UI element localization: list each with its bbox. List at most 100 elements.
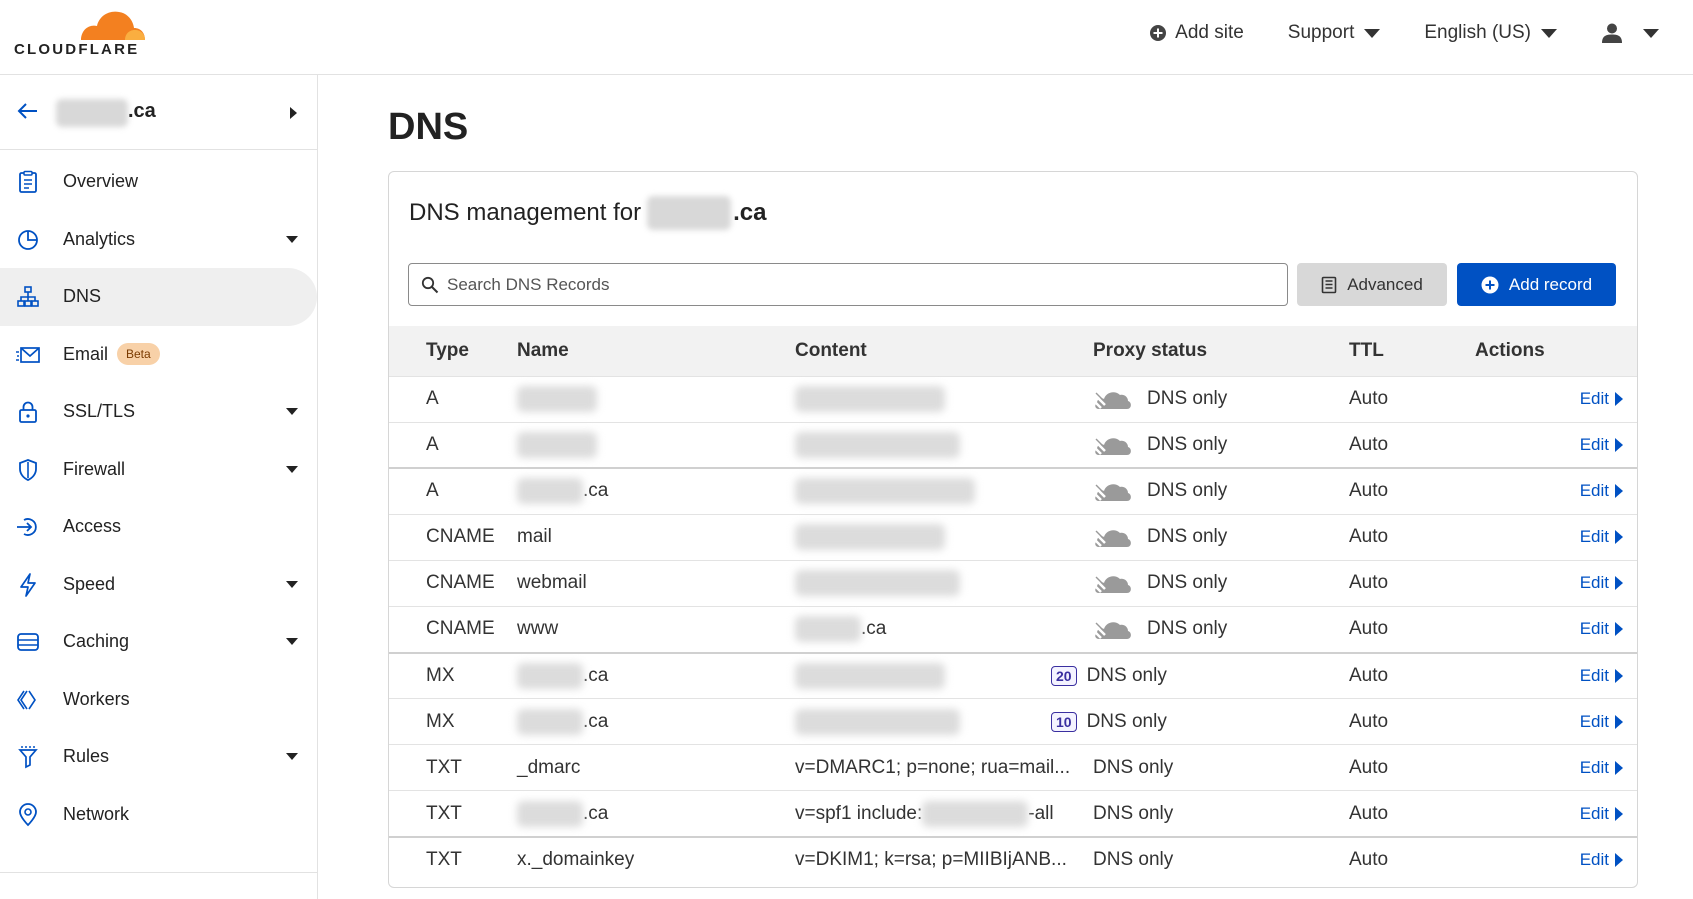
sidebar-item-email[interactable]: Email Beta xyxy=(0,326,317,384)
chevron-down-icon xyxy=(1643,28,1659,38)
edit-button[interactable]: Edit xyxy=(1580,435,1623,455)
table-row: CNAME www .ca DNS only Auto Edit xyxy=(389,606,1637,652)
edit-label: Edit xyxy=(1579,619,1609,639)
edit-button[interactable]: Edit xyxy=(1580,712,1623,732)
sidebar-item-label: Firewall xyxy=(63,458,126,479)
sidebar-item-label: Access xyxy=(63,516,122,537)
edit-button[interactable]: Edit xyxy=(1580,481,1623,501)
cell-ttl: Auto xyxy=(1349,388,1389,410)
sidebar-item-speed[interactable]: Speed xyxy=(0,556,317,614)
card-title-prefix: DNS management for xyxy=(409,199,642,226)
lightning-icon xyxy=(20,572,36,597)
edit-button[interactable]: Edit xyxy=(1580,527,1623,547)
add-record-button[interactable]: Add record xyxy=(1457,263,1616,306)
caret-right-icon xyxy=(1615,437,1623,452)
location-pin-icon xyxy=(19,802,37,826)
cell-name: .ca xyxy=(517,468,795,514)
sidebar-item-analytics[interactable]: Analytics xyxy=(0,211,317,269)
edit-label: Edit xyxy=(1579,573,1609,593)
cell-actions: Edit xyxy=(1467,422,1637,468)
dns-only-cloud-icon xyxy=(1093,530,1131,548)
proxy-status-text: DNS only xyxy=(1093,756,1174,778)
cell-name: .ca xyxy=(517,699,795,745)
zone-selector[interactable]: .ca xyxy=(0,75,317,150)
name-text: .ca xyxy=(583,710,609,732)
support-menu[interactable]: Support xyxy=(1288,22,1381,44)
edit-button[interactable]: Edit xyxy=(1580,619,1623,639)
add-site-button[interactable]: Add site xyxy=(1149,22,1244,44)
cell-ttl: Auto xyxy=(1349,849,1389,871)
sidebar-item-dns[interactable]: DNS xyxy=(0,268,317,326)
caret-right-icon xyxy=(1615,760,1623,775)
header-ttl[interactable]: TTL xyxy=(1349,326,1467,376)
header-content[interactable]: Content xyxy=(795,326,1093,376)
dns-only-cloud-icon xyxy=(1093,484,1131,502)
header-proxy-status[interactable]: Proxy status xyxy=(1093,326,1349,376)
edit-button[interactable]: Edit xyxy=(1580,389,1623,409)
sidebar-item-label: Speed xyxy=(63,573,116,594)
support-label: Support xyxy=(1287,22,1355,43)
caret-right-icon xyxy=(1615,714,1623,729)
edit-label: Edit xyxy=(1579,665,1609,685)
cell-type: TXT xyxy=(426,802,462,824)
cell-ttl: Auto xyxy=(1349,480,1389,502)
table-header-row: Type Name Content Proxy status TTL Actio… xyxy=(389,326,1637,376)
header-type[interactable]: Type xyxy=(389,326,517,376)
search-input[interactable] xyxy=(447,274,1247,295)
proxy-status-text: DNS only xyxy=(1147,388,1228,410)
envelope-icon xyxy=(16,346,40,363)
cell-proxy-status: DNS only xyxy=(1093,745,1349,791)
cell-actions: Edit xyxy=(1467,560,1637,606)
chevron-down-icon xyxy=(1364,28,1381,38)
sidebar-item-access[interactable]: Access xyxy=(0,498,317,556)
table-row: A DNS only Auto Edit xyxy=(389,422,1637,468)
sidebar-item-rules[interactable]: Rules xyxy=(0,728,317,786)
cell-name xyxy=(517,422,795,468)
sidebar-item-caching[interactable]: Caching xyxy=(0,613,317,671)
sidebar-item-firewall[interactable]: Firewall xyxy=(0,441,317,499)
cell-name: mail xyxy=(517,514,795,560)
zone-name-redacted xyxy=(56,99,128,127)
dns-only-cloud-icon xyxy=(1093,576,1131,594)
redacted-value xyxy=(517,431,597,458)
cell-proxy-status: DNS only xyxy=(1093,837,1349,883)
edit-label: Edit xyxy=(1579,389,1609,409)
cloudflare-logo[interactable]: CLOUDFLARE xyxy=(13,8,153,60)
chevron-down-icon xyxy=(286,753,298,760)
sidebar-item-network[interactable]: Network xyxy=(0,786,317,844)
language-menu[interactable]: English (US) xyxy=(1424,22,1557,44)
back-arrow-icon[interactable] xyxy=(16,99,40,123)
edit-button[interactable]: Edit xyxy=(1580,850,1623,870)
sidebar-item-label: Rules xyxy=(63,746,110,767)
advanced-button[interactable]: Advanced xyxy=(1297,263,1447,306)
dns-only-cloud-icon xyxy=(1093,392,1131,410)
header-actions: Actions xyxy=(1475,339,1545,361)
edit-label: Edit xyxy=(1579,711,1609,731)
edit-button[interactable]: Edit xyxy=(1580,758,1623,778)
chevron-down-icon xyxy=(286,638,298,645)
redacted-value xyxy=(517,708,583,735)
table-row: MX .ca 10 DNS only Auto Edit xyxy=(389,698,1637,745)
search-box[interactable] xyxy=(408,263,1288,306)
header-name[interactable]: Name xyxy=(517,326,795,376)
sidebar-item-overview[interactable]: Overview xyxy=(0,153,317,211)
chevron-down-icon xyxy=(286,580,298,588)
cell-ttl: Auto xyxy=(1349,802,1389,824)
chevron-right-icon xyxy=(290,107,297,119)
redacted-value xyxy=(517,800,583,827)
cell-type: A xyxy=(426,388,439,410)
edit-button[interactable]: Edit xyxy=(1580,666,1623,686)
cell-name: _dmarc xyxy=(517,745,795,791)
logo-text: CLOUDFLARE xyxy=(14,41,140,58)
edit-button[interactable]: Edit xyxy=(1580,804,1623,824)
name-text: www xyxy=(517,618,559,640)
sidebar-item-ssl-tls[interactable]: SSL/TLS xyxy=(0,383,317,441)
edit-button[interactable]: Edit xyxy=(1580,573,1623,593)
cell-name: .ca xyxy=(517,791,795,837)
proxy-status-text: DNS only xyxy=(1086,710,1167,732)
cell-type: CNAME xyxy=(426,526,495,548)
sidebar-item-workers[interactable]: Workers xyxy=(0,671,317,729)
proxy-status-text: DNS only xyxy=(1093,849,1174,871)
pie-chart-icon xyxy=(18,229,38,250)
user-menu[interactable] xyxy=(1601,22,1659,44)
